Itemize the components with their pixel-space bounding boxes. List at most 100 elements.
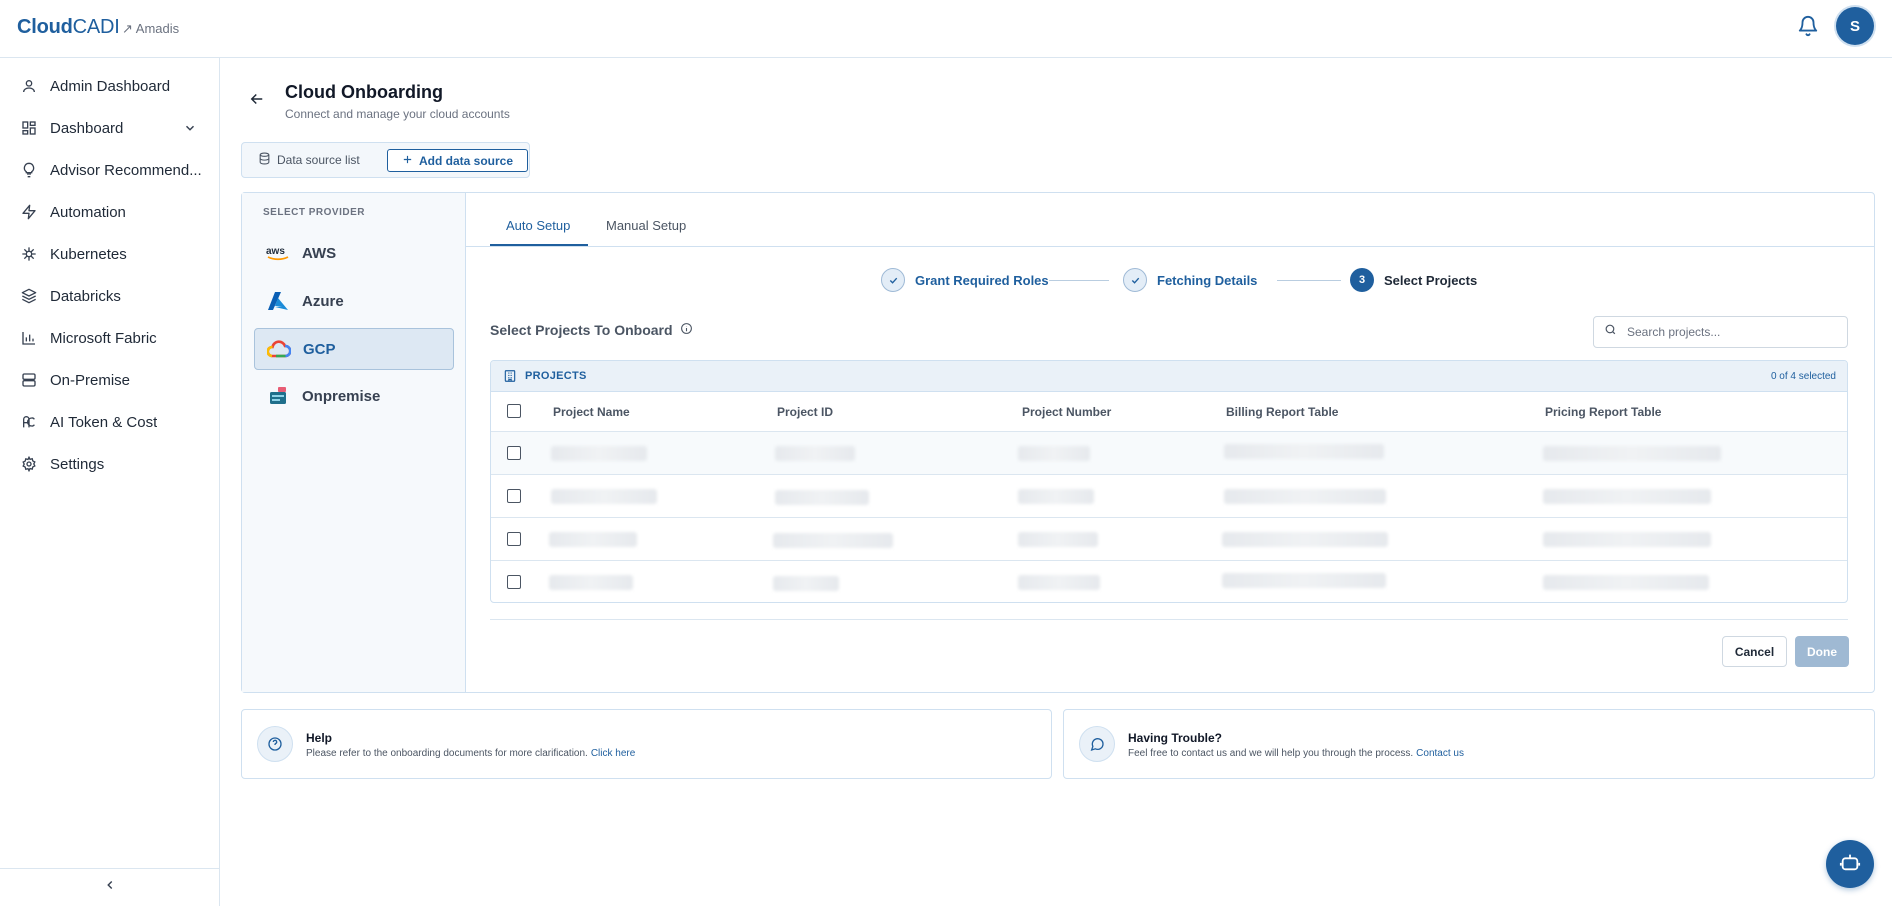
projects-table: PROJECTS 0 of 4 selected Project Name Pr… — [490, 360, 1848, 603]
chatbot-button[interactable] — [1826, 840, 1874, 888]
row-checkbox[interactable] — [507, 489, 521, 503]
select-all-checkbox[interactable] — [507, 404, 521, 418]
app-logo[interactable]: CloudCADI — [17, 16, 120, 39]
help-click-here-link[interactable]: Click here — [591, 748, 635, 759]
sidebar: Admin Dashboard Dashboard Advisor Recomm… — [0, 58, 220, 906]
sidebar-item-on-premise[interactable]: On-Premise — [0, 363, 219, 397]
column-project-name[interactable]: Project Name — [553, 405, 630, 419]
help-description: Please refer to the onboarding documents… — [306, 748, 635, 759]
notification-bell-icon[interactable] — [1797, 15, 1819, 37]
user-avatar[interactable]: S — [1836, 7, 1874, 45]
info-icon[interactable] — [680, 322, 693, 338]
provider-gcp[interactable]: GCP — [254, 328, 454, 370]
sidebar-item-label: Dashboard — [50, 119, 124, 137]
add-data-source-button[interactable]: Add data source — [387, 149, 528, 172]
tab-auto-setup[interactable]: Auto Setup — [506, 218, 570, 233]
bolt-icon — [21, 204, 37, 220]
provider-label: Onpremise — [302, 387, 381, 405]
sidebar-item-settings[interactable]: Settings — [0, 447, 219, 481]
cancel-button[interactable]: Cancel — [1722, 636, 1787, 667]
redacted-cell — [775, 446, 855, 461]
page-subtitle: Connect and manage your cloud accounts — [285, 107, 510, 121]
step-label: Select Projects — [1384, 272, 1478, 288]
redacted-cell — [1222, 532, 1388, 547]
database-icon — [258, 152, 271, 168]
organization-name[interactable]: ↗ Amadis — [122, 21, 179, 37]
column-project-id[interactable]: Project ID — [777, 405, 833, 419]
sidebar-item-admin-dashboard[interactable]: Admin Dashboard — [0, 69, 219, 103]
footer-divider — [490, 619, 1848, 620]
provider-label: AWS — [302, 244, 337, 262]
sidebar-item-databricks[interactable]: Databricks — [0, 279, 219, 313]
tab-manual-setup[interactable]: Manual Setup — [606, 218, 686, 233]
help-title: Help — [306, 731, 333, 745]
table-row[interactable] — [491, 475, 1847, 518]
sidebar-item-label: Microsoft Fabric — [50, 329, 157, 347]
redacted-cell — [551, 446, 647, 461]
sidebar-item-microsoft-fabric[interactable]: Microsoft Fabric — [0, 321, 219, 355]
step-label: Fetching Details — [1157, 272, 1258, 288]
provider-label: GCP — [303, 340, 336, 358]
help-text: Please refer to the onboarding documents… — [306, 748, 588, 759]
data-source-list-button[interactable]: Data source list — [258, 152, 360, 168]
table-row[interactable] — [491, 432, 1847, 475]
table-row[interactable] — [491, 518, 1847, 561]
redacted-cell — [1224, 444, 1384, 459]
sidebar-item-automation[interactable]: Automation — [0, 195, 219, 229]
trouble-title: Having Trouble? — [1128, 731, 1223, 745]
sidebar-item-dashboard[interactable]: Dashboard — [0, 111, 219, 145]
contact-us-link[interactable]: Contact us — [1416, 748, 1464, 759]
projects-table-header: PROJECTS 0 of 4 selected — [491, 361, 1847, 392]
azure-logo-icon — [266, 291, 290, 311]
sidebar-item-kubernetes[interactable]: Kubernetes — [0, 237, 219, 271]
help-card: Help Please refer to the onboarding docu… — [241, 709, 1052, 779]
redacted-cell — [1018, 446, 1090, 461]
row-checkbox[interactable] — [507, 575, 521, 589]
column-pricing-report-table[interactable]: Pricing Report Table — [1545, 405, 1661, 419]
redacted-cell — [773, 576, 839, 591]
ai-cost-icon — [21, 414, 37, 430]
server-icon — [21, 372, 37, 388]
provider-heading: SELECT PROVIDER — [263, 207, 365, 218]
column-billing-report-table[interactable]: Billing Report Table — [1226, 405, 1338, 419]
search-projects-input[interactable] — [1627, 325, 1827, 339]
row-checkbox[interactable] — [507, 532, 521, 546]
provider-onpremise[interactable]: Onpremise — [254, 375, 454, 417]
plus-icon — [402, 154, 413, 168]
redacted-cell — [1018, 489, 1094, 504]
layers-icon — [21, 288, 37, 304]
back-arrow-icon[interactable] — [248, 90, 266, 108]
redacted-cell — [1543, 489, 1711, 504]
robot-icon — [1839, 851, 1861, 878]
search-icon — [1604, 323, 1617, 341]
sidebar-item-ai-token-cost[interactable]: AI Token & Cost — [0, 405, 219, 439]
column-project-number[interactable]: Project Number — [1022, 405, 1111, 419]
check-icon — [1123, 268, 1147, 292]
add-data-source-label: Add data source — [418, 153, 514, 168]
sidebar-item-advisor-recommendations[interactable]: Advisor Recommend... — [0, 153, 219, 187]
bar-chart-icon — [21, 330, 37, 346]
step-fetching-details: Fetching Details — [1123, 268, 1257, 292]
table-row[interactable] — [491, 561, 1847, 602]
page-title: Cloud Onboarding — [285, 82, 443, 102]
provider-aws[interactable]: aws AWS — [254, 232, 454, 274]
redacted-cell — [1018, 575, 1100, 590]
sidebar-item-label: Automation — [50, 203, 126, 221]
grid-icon — [21, 120, 37, 136]
sidebar-item-label: Advisor Recommend... — [50, 161, 202, 179]
active-tab-indicator — [490, 244, 588, 246]
lightbulb-icon — [21, 162, 37, 178]
redacted-cell — [1018, 532, 1098, 547]
top-bar: CloudCADI ↗ Amadis S — [0, 0, 1892, 58]
step-number: 3 — [1350, 268, 1374, 292]
chevron-down-icon[interactable] — [183, 121, 197, 135]
row-checkbox[interactable] — [507, 446, 521, 460]
selection-count: 0 of 4 selected — [1770, 371, 1836, 382]
redacted-cell — [1543, 575, 1709, 590]
collapse-sidebar-button[interactable] — [0, 868, 219, 906]
redacted-cell — [551, 489, 657, 504]
done-button[interactable]: Done — [1795, 636, 1849, 667]
provider-azure[interactable]: Azure — [254, 280, 454, 322]
gcp-cloud-logo-icon — [267, 339, 291, 359]
redacted-cell — [549, 532, 637, 547]
